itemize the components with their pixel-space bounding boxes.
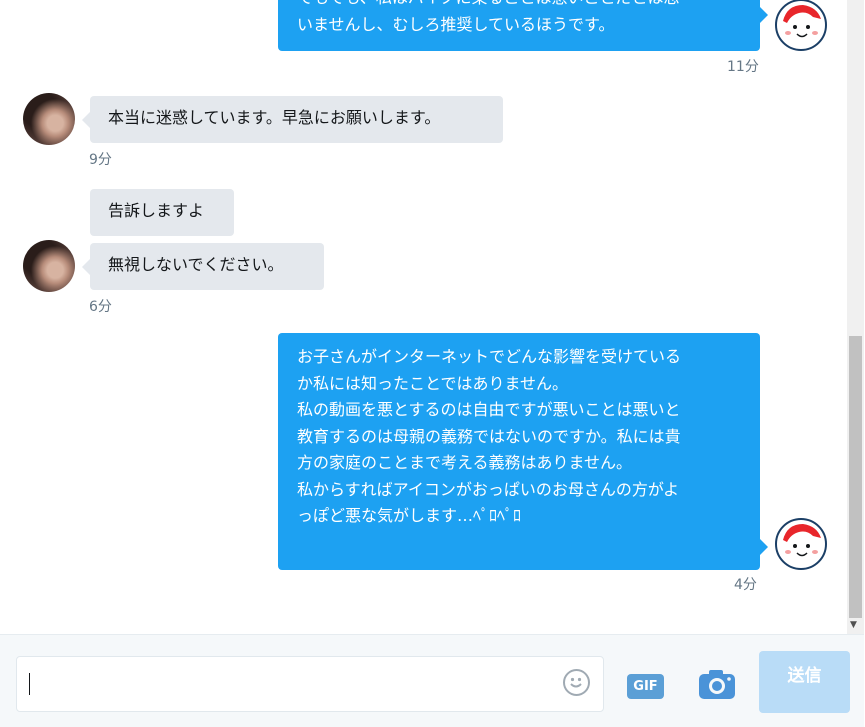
avatar[interactable] [23,240,75,292]
message-line: 無視しないでください。 [108,255,284,274]
bubble-tail [760,7,768,23]
incoming-message[interactable]: 本当に迷惑しています。早急にお願いします。 [90,96,503,143]
camera-glyph-icon [699,670,735,699]
message-composer: GIF 送信 [0,634,864,727]
mascot-icon [783,5,821,38]
message-timestamp: 11分 [727,59,759,75]
message-timestamp: 6分 [89,299,112,315]
message-line: 私の動画を悪とするのは自由ですが悪いことは悪いと [297,400,681,419]
message-timestamp: 4分 [734,577,757,593]
message-line: か私には知ったことではありません。 [297,373,569,393]
emoji-face-icon [570,677,582,688]
outgoing-message[interactable]: でもでも、私はバイクに乗ることは悪いことだとは思 いませんし、むしろ推奨している… [278,0,760,51]
scrollbar-thumb[interactable] [849,336,862,618]
avatar[interactable] [23,93,75,145]
mascot-icon [783,524,821,557]
avatar[interactable] [775,518,827,570]
bubble-tail [82,112,90,128]
message-line: 告訴しますよ [108,201,205,220]
camera-icon[interactable] [698,667,736,701]
incoming-message[interactable]: 告訴しますよ [90,189,234,236]
message-timestamp: 9分 [89,152,112,168]
message-input[interactable] [16,656,604,712]
gif-button[interactable]: GIF [627,674,664,699]
text-caret [29,673,30,695]
message-list[interactable]: でもでも、私はバイクに乗ることは悪いことだとは思 いませんし、むしろ推奨している… [0,0,847,634]
message-line: 教育するのは母親の義務ではないのですか。私には貴 [297,426,681,446]
incoming-message[interactable]: 無視しないでください。 [90,243,324,290]
bubble-tail [82,259,90,275]
message-line: いませんし、むしろ推奨しているほうです。 [297,14,615,34]
message-line: でもでも、私はバイクに乗ることは悪いことだとは思 [297,0,740,12]
message-line: 方の家庭のことまで考える義務はありません。 [297,453,633,472]
avatar[interactable] [775,0,827,51]
scroll-down-arrow-icon[interactable]: ▼ [850,620,857,630]
message-line: っぽど悪な気がします…ﾍﾟﾛﾍﾟﾛ [297,506,522,525]
send-button[interactable]: 送信 [759,651,850,713]
dm-conversation-window: でもでも、私はバイクに乗ることは悪いことだとは思 いませんし、むしろ推奨している… [0,0,864,727]
message-line: 私からすればアイコンがおっぱいのお母さんの方がよ [297,479,680,499]
message-line: お子さんがインターネットでどんな影響を受けている [297,347,682,366]
emoji-icon[interactable] [563,669,590,696]
scrollbar[interactable]: ▼ [847,0,864,634]
message-line: 本当に迷惑しています。早急にお願いします。 [108,108,441,127]
outgoing-message[interactable]: お子さんがインターネットでどんな影響を受けている か私には知ったことではありませ… [278,333,760,570]
bubble-tail [760,539,768,555]
